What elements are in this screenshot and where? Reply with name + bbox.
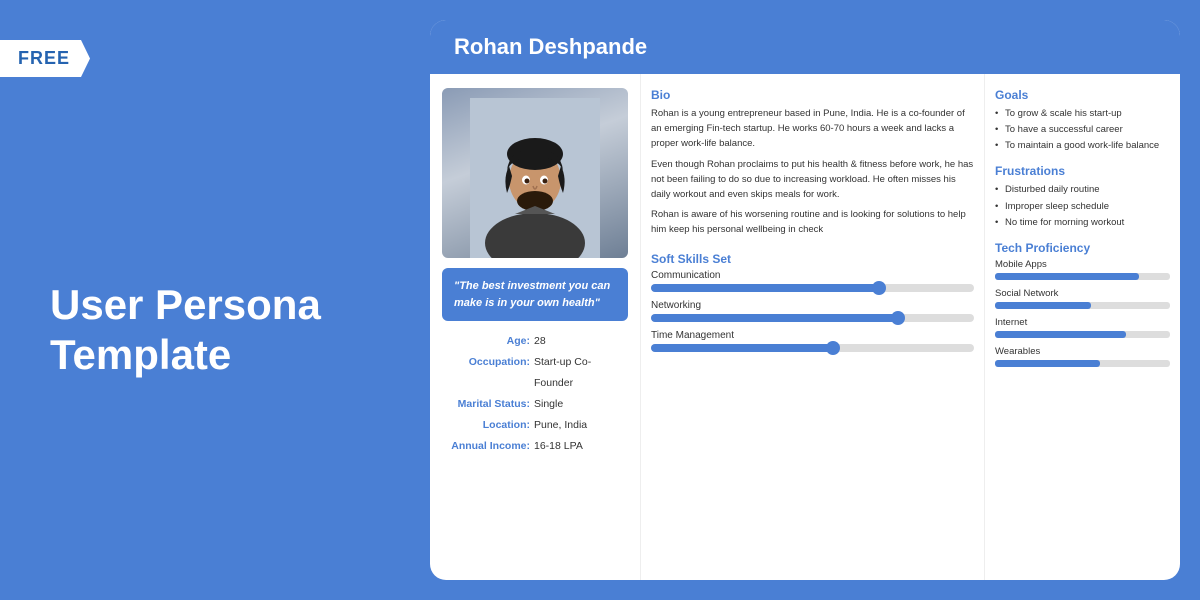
profile-photo — [442, 88, 628, 258]
demo-location: Location: Pune, India — [442, 415, 628, 436]
goal-1: To grow & scale his start-up — [995, 106, 1170, 122]
left-panel: FREE User Persona Template — [0, 0, 430, 600]
frustration-3: No time for morning workout — [995, 215, 1170, 231]
bio-text3: Rohan is aware of his worsening routine … — [651, 207, 974, 237]
col-right: Goals To grow & scale his start-up To ha… — [985, 74, 1180, 580]
tech-internet: Internet — [995, 317, 1170, 338]
bio-text1: Rohan is a young entrepreneur based in P… — [651, 106, 974, 152]
tech-title: Tech Proficiency — [995, 241, 1170, 255]
goals-title: Goals — [995, 88, 1170, 102]
tech-proficiency-section: Tech Proficiency Mobile Apps Social Netw… — [995, 241, 1170, 375]
goals-section: Goals To grow & scale his start-up To ha… — [995, 88, 1170, 154]
skill-networking: Networking — [651, 300, 974, 322]
demo-income: Annual Income: 16-18 LPA — [442, 436, 628, 457]
demographics: Age: 28 Occupation: Start-up Co-Founder … — [442, 331, 628, 457]
soft-skills-title: Soft Skills Set — [651, 252, 974, 266]
col-left: "The best investment you can make is in … — [430, 74, 640, 580]
goals-list: To grow & scale his start-up To have a s… — [995, 106, 1170, 154]
persona-card: Rohan Deshpande — [430, 20, 1180, 580]
bio-title: Bio — [651, 88, 974, 102]
col-mid: Bio Rohan is a young entrepreneur based … — [640, 74, 985, 580]
soft-skills-section: Soft Skills Set Communication Networking — [651, 252, 974, 360]
quote-text: "The best investment you can make is in … — [454, 280, 610, 309]
frustrations-list: Disturbed daily routine Improper sleep s… — [995, 182, 1170, 230]
frustration-1: Disturbed daily routine — [995, 182, 1170, 198]
quote-box: "The best investment you can make is in … — [442, 268, 628, 321]
demo-marital: Marital Status: Single — [442, 394, 628, 415]
skill-communication: Communication — [651, 270, 974, 292]
bio-section: Bio Rohan is a young entrepreneur based … — [651, 88, 974, 238]
free-badge: FREE — [0, 40, 90, 77]
frustration-2: Improper sleep schedule — [995, 199, 1170, 215]
bio-text2: Even though Rohan proclaims to put his h… — [651, 157, 974, 203]
demo-age: Age: 28 — [442, 331, 628, 352]
tech-mobile: Mobile Apps — [995, 259, 1170, 280]
tech-social: Social Network — [995, 288, 1170, 309]
persona-body: "The best investment you can make is in … — [430, 74, 1180, 580]
persona-name: Rohan Deshpande — [454, 34, 647, 59]
tech-wearables: Wearables — [995, 346, 1170, 367]
frustrations-title: Frustrations — [995, 164, 1170, 178]
frustrations-section: Frustrations Disturbed daily routine Imp… — [995, 164, 1170, 230]
left-title: User Persona Template — [50, 280, 380, 381]
goal-3: To maintain a good work-life balance — [995, 138, 1170, 154]
goal-2: To have a successful career — [995, 122, 1170, 138]
demo-occupation: Occupation: Start-up Co-Founder — [442, 352, 628, 394]
skill-time-management: Time Management — [651, 330, 974, 352]
persona-header: Rohan Deshpande — [430, 20, 1180, 74]
